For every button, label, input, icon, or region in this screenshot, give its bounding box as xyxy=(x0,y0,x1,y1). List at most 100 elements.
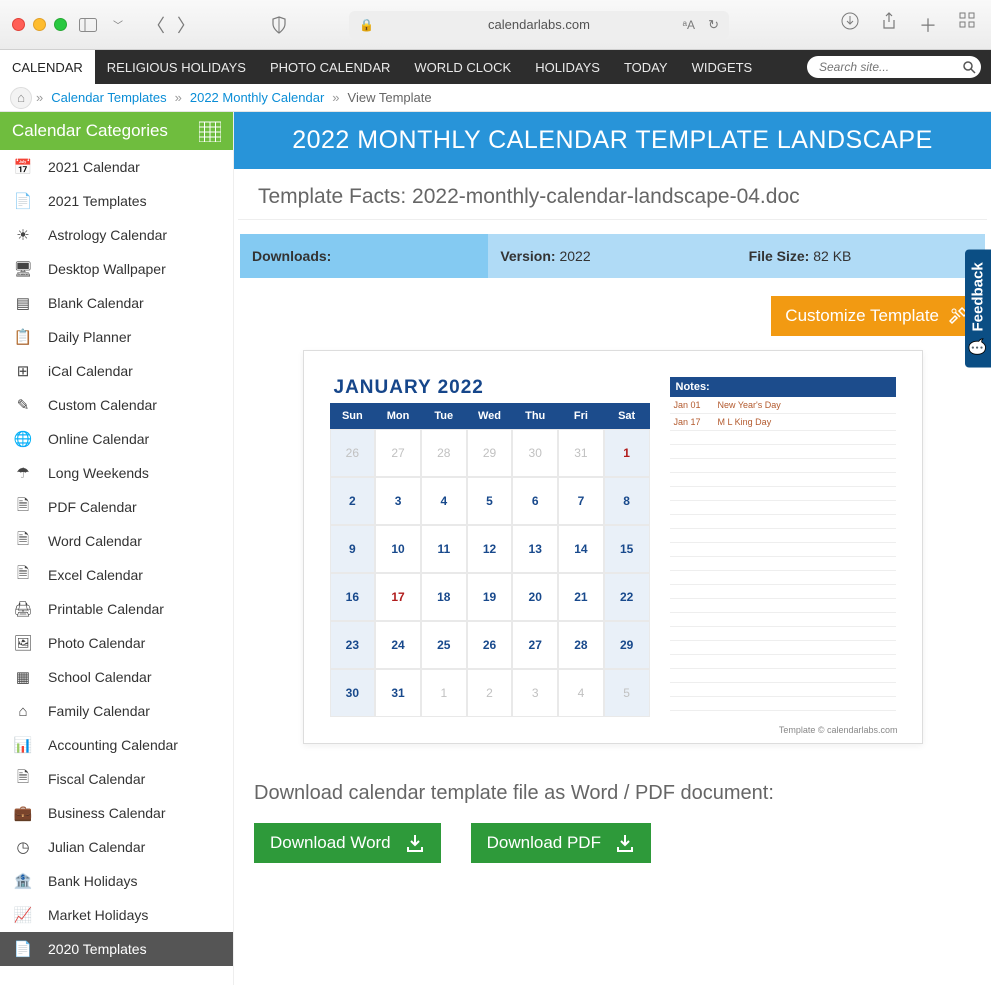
calendar-cell: 1 xyxy=(604,429,650,477)
sidebar-item-printable-calendar[interactable]: 🖨Printable Calendar xyxy=(0,592,233,626)
sidebar-item-bank-holidays[interactable]: 🏦Bank Holidays xyxy=(0,864,233,898)
download-icon xyxy=(405,833,425,853)
address-bar[interactable]: 🔒 calendarlabs.com ᵃA ↻ xyxy=(349,11,729,39)
sidebar-item-2021-templates[interactable]: 📄2021 Templates xyxy=(0,184,233,218)
sidebar-item-blank-calendar[interactable]: ▤Blank Calendar xyxy=(0,286,233,320)
nav-item-world-clock[interactable]: WORLD CLOCK xyxy=(402,50,523,84)
sidebar-item-astrology-calendar[interactable]: ☀Astrology Calendar xyxy=(0,218,233,252)
download-word-button[interactable]: Download Word xyxy=(254,823,441,863)
sidebar-item-accounting-calendar[interactable]: 📊Accounting Calendar xyxy=(0,728,233,762)
sidebar-item-icon: 📄 xyxy=(14,192,32,210)
sidebar-item-word-calendar[interactable]: 🗎Word Calendar xyxy=(0,524,233,558)
sidebar-item-2021-calendar[interactable]: 📅2021 Calendar xyxy=(0,150,233,184)
sidebar-item-icon: 🌐 xyxy=(14,430,32,448)
calendar-cell: 1 xyxy=(421,669,467,717)
breadcrumb-link-monthly[interactable]: 2022 Monthly Calendar xyxy=(190,90,324,105)
calendar-cell: 29 xyxy=(467,429,513,477)
preview-month-title: JANUARY 2022 xyxy=(330,377,650,399)
download-section-title: Download calendar template file as Word … xyxy=(234,768,991,819)
sidebar-item-photo-calendar[interactable]: 🖼Photo Calendar xyxy=(0,626,233,660)
forward-button[interactable]: 〉 xyxy=(173,12,199,38)
sidebar-item-icon: 📅 xyxy=(14,158,32,176)
sidebar-item-pdf-calendar[interactable]: 🗎PDF Calendar xyxy=(0,490,233,524)
new-tab-icon[interactable]: ＋ xyxy=(915,12,941,38)
breadcrumb-link-templates[interactable]: Calendar Templates xyxy=(51,90,166,105)
sidebar-item-label: School Calendar xyxy=(48,669,152,685)
reload-icon[interactable]: ↻ xyxy=(708,17,719,33)
calendar-cell: 15 xyxy=(604,525,650,573)
calendar-cell: 20 xyxy=(512,573,558,621)
tabs-overview-icon[interactable] xyxy=(955,12,979,38)
translate-icon[interactable]: ᵃA xyxy=(683,18,695,32)
calendar-grid-icon xyxy=(199,120,221,142)
customize-template-button[interactable]: Customize Template xyxy=(771,296,983,336)
feedback-tab[interactable]: 💬 Feedback xyxy=(965,250,991,368)
sidebar-item-icon: 🗎 xyxy=(14,563,32,588)
sidebar: Calendar Categories 📅2021 Calendar📄2021 … xyxy=(0,112,234,985)
sidebar-item-desktop-wallpaper[interactable]: 🖥Desktop Wallpaper xyxy=(0,252,233,286)
chevron-down-icon[interactable]: ﹀ xyxy=(109,17,127,32)
sidebar-toggle-icon[interactable] xyxy=(75,18,101,32)
sidebar-item-icon: 🗎 xyxy=(14,495,32,520)
calendar-cell: 4 xyxy=(421,477,467,525)
sidebar-item-long-weekends[interactable]: ☂Long Weekends xyxy=(0,456,233,490)
calendar-cell: 3 xyxy=(375,477,421,525)
sidebar-item-label: Online Calendar xyxy=(48,431,149,447)
maximize-window-button[interactable] xyxy=(54,18,67,31)
breadcrumb-current: View Template xyxy=(348,90,432,105)
sidebar-title: Calendar Categories xyxy=(12,121,168,141)
minimize-window-button[interactable] xyxy=(33,18,46,31)
calendar-cell: 2 xyxy=(467,669,513,717)
nav-item-holidays[interactable]: HOLIDAYS xyxy=(523,50,612,84)
sidebar-item-julian-calendar[interactable]: ◷Julian Calendar xyxy=(0,830,233,864)
nav-item-religious-holidays[interactable]: RELIGIOUS HOLIDAYS xyxy=(95,50,258,84)
search-input[interactable] xyxy=(807,56,957,78)
share-icon[interactable] xyxy=(877,12,901,38)
chat-icon: 💬 xyxy=(969,337,987,355)
facts-version: Version: 2022 xyxy=(488,234,736,278)
sidebar-item-business-calendar[interactable]: 💼Business Calendar xyxy=(0,796,233,830)
calendar-cell: 13 xyxy=(512,525,558,573)
day-header: Thu xyxy=(512,403,558,429)
sidebar-item-school-calendar[interactable]: ▦School Calendar xyxy=(0,660,233,694)
calendar-cell: 3 xyxy=(512,669,558,717)
sidebar-item-market-holidays[interactable]: 📈Market Holidays xyxy=(0,898,233,932)
sidebar-item-icon: 🗎 xyxy=(14,767,32,792)
download-pdf-button[interactable]: Download PDF xyxy=(471,823,651,863)
sidebar-item-label: Bank Holidays xyxy=(48,873,138,889)
sidebar-item-label: Family Calendar xyxy=(48,703,150,719)
downloads-icon[interactable] xyxy=(837,12,863,38)
breadcrumb: ⌂ » Calendar Templates » 2022 Monthly Ca… xyxy=(0,84,991,112)
note-row: Jan 01New Year's Day xyxy=(670,397,896,414)
shield-icon[interactable] xyxy=(267,16,291,34)
sidebar-item-icon: 📋 xyxy=(14,328,32,346)
sidebar-item-family-calendar[interactable]: ⌂Family Calendar xyxy=(0,694,233,728)
nav-item-photo-calendar[interactable]: PHOTO CALENDAR xyxy=(258,50,402,84)
sidebar-item-label: Blank Calendar xyxy=(48,295,144,311)
sidebar-item-online-calendar[interactable]: 🌐 Online Calendar xyxy=(0,422,233,456)
calendar-cell: 31 xyxy=(558,429,604,477)
sidebar-item-label: Daily Planner xyxy=(48,329,131,345)
back-button[interactable]: 〈 xyxy=(143,12,169,38)
calendar-cell: 5 xyxy=(604,669,650,717)
calendar-cell: 22 xyxy=(604,573,650,621)
facts-filesize: File Size: 82 KB xyxy=(737,234,985,278)
nav-item-today[interactable]: TODAY xyxy=(612,50,680,84)
close-window-button[interactable] xyxy=(12,18,25,31)
nav-item-widgets[interactable]: WIDGETS xyxy=(680,50,765,84)
calendar-cell: 27 xyxy=(375,429,421,477)
sidebar-item-custom-calendar[interactable]: ✎Custom Calendar xyxy=(0,388,233,422)
sidebar-item-label: Desktop Wallpaper xyxy=(48,261,166,277)
sidebar-item-2020-templates[interactable]: 📄2020 Templates xyxy=(0,932,233,966)
note-row: Jan 17M L King Day xyxy=(670,414,896,431)
home-icon[interactable]: ⌂ xyxy=(10,87,32,109)
sidebar-item-label: Business Calendar xyxy=(48,805,166,821)
sidebar-item-ical-calendar[interactable]: ⊞iCal Calendar xyxy=(0,354,233,388)
sidebar-item-excel-calendar[interactable]: 🗎Excel Calendar xyxy=(0,558,233,592)
search-button[interactable] xyxy=(957,56,981,78)
sidebar-item-daily-planner[interactable]: 📋 Daily Planner xyxy=(0,320,233,354)
sidebar-item-fiscal-calendar[interactable]: 🗎Fiscal Calendar xyxy=(0,762,233,796)
calendar-cell: 23 xyxy=(330,621,376,669)
sidebar-header: Calendar Categories xyxy=(0,112,233,150)
nav-item-calendar[interactable]: CALENDAR xyxy=(0,50,95,84)
